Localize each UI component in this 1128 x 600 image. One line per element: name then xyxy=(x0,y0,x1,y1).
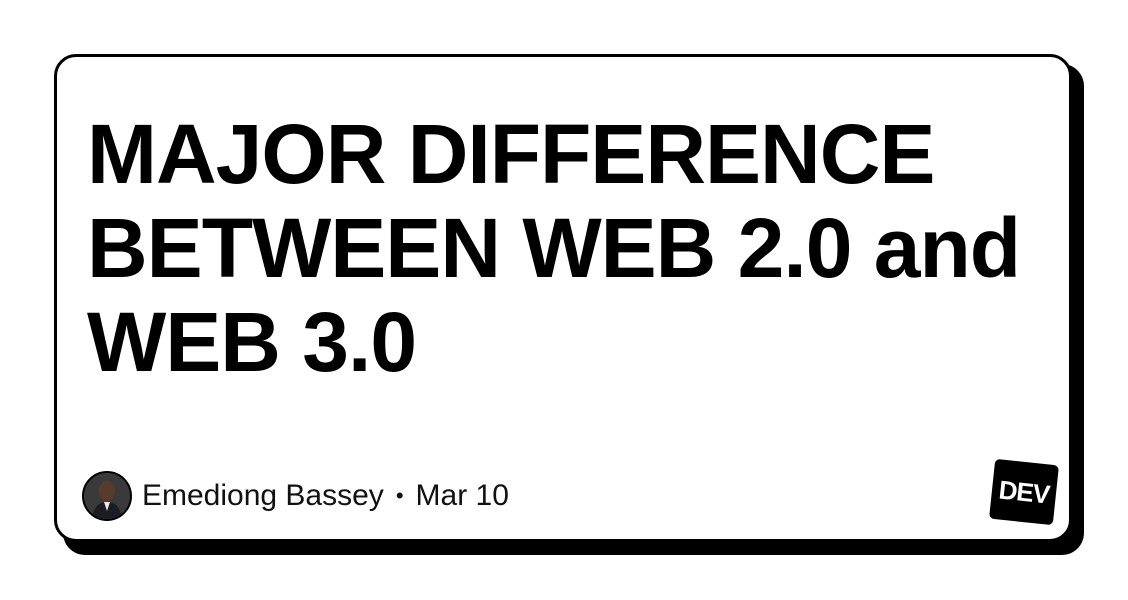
avatar-image xyxy=(84,473,130,519)
publish-date: Mar 10 xyxy=(415,479,509,512)
dev-logo[interactable]: DEV xyxy=(989,458,1059,526)
meta-separator: • xyxy=(395,483,404,508)
social-card-stage: MAJOR DIFFERENCE BETWEEN WEB 2.0 and WEB… xyxy=(0,0,1128,600)
article-card[interactable]: MAJOR DIFFERENCE BETWEEN WEB 2.0 and WEB… xyxy=(54,54,1072,542)
author-avatar[interactable] xyxy=(82,471,132,521)
article-meta: Emediong Bassey • Mar 10 xyxy=(82,469,509,523)
article-title[interactable]: MAJOR DIFFERENCE BETWEEN WEB 2.0 and WEB… xyxy=(87,107,1047,389)
dev-logo-text: DEV xyxy=(997,473,1051,510)
author-name[interactable]: Emediong Bassey xyxy=(142,469,384,523)
